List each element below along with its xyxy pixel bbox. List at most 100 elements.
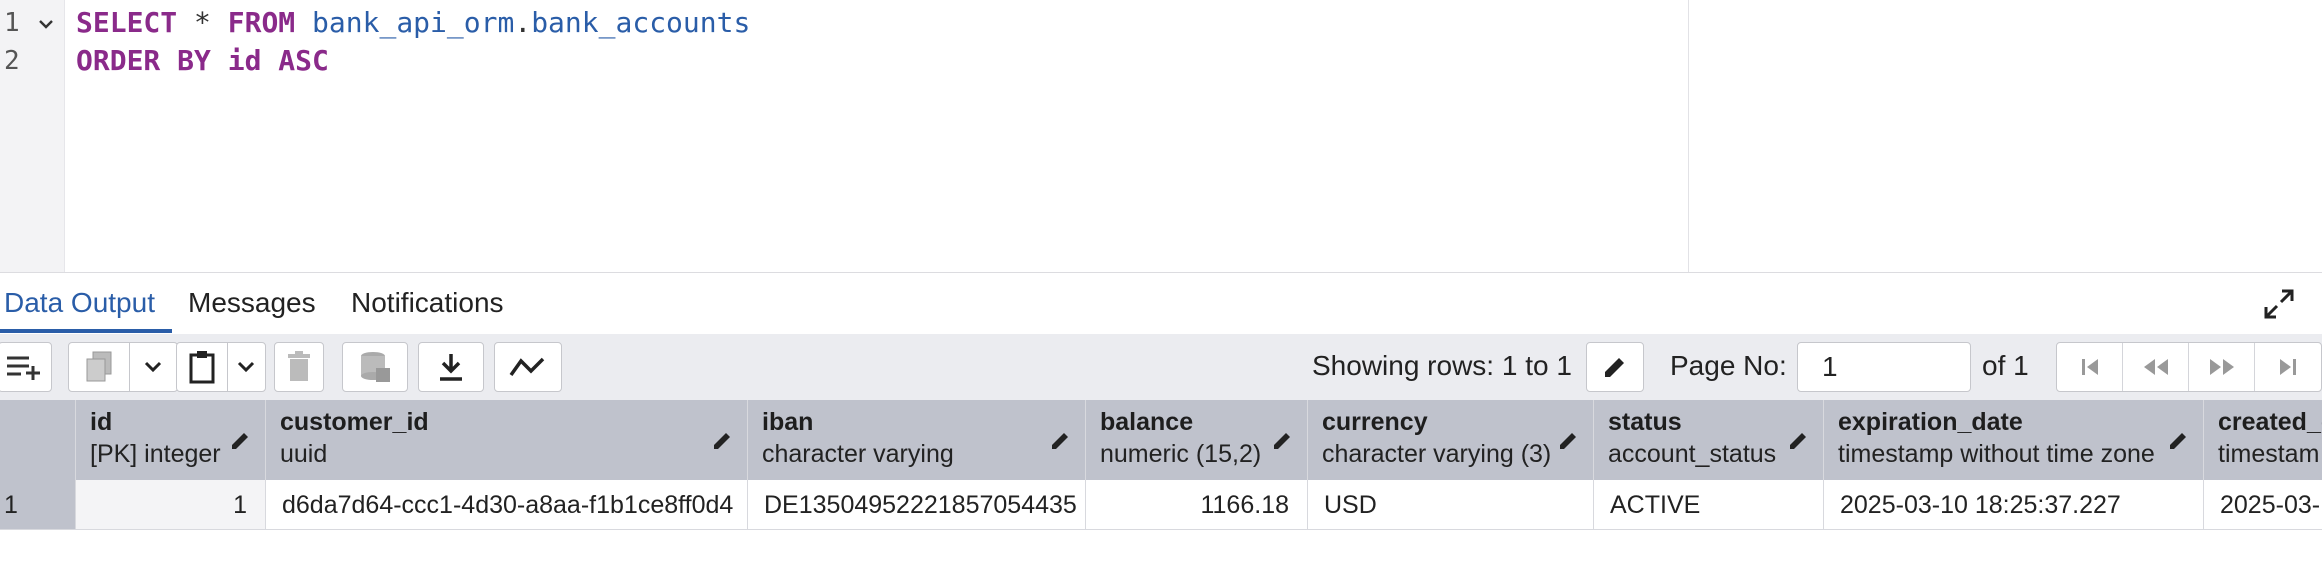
edit-rows-button[interactable] (1586, 342, 1644, 392)
column-name: expiration_date (1838, 408, 2023, 436)
code-line-2[interactable]: ORDER BY id ASC (76, 44, 329, 77)
add-row-button[interactable] (0, 342, 52, 392)
rows-status-text: Showing rows: 1 to 1 (1312, 350, 1572, 381)
pencil-icon[interactable] (1787, 428, 1811, 452)
download-button[interactable] (418, 342, 484, 392)
keyword: SELECT (76, 6, 178, 39)
results-grid: id [PK] integer customer_id uuid iban ch… (0, 400, 2322, 530)
chevron-down-icon (144, 361, 162, 373)
pencil-icon[interactable] (1557, 428, 1581, 452)
column-header-currency[interactable]: currency character varying (3) (1308, 400, 1594, 480)
save-data-icon (361, 352, 390, 382)
line-number-gutter: 1 2 (0, 0, 65, 272)
cell-currency[interactable]: USD (1308, 480, 1594, 530)
graph-icon (509, 357, 545, 377)
results-tab-bar: Data Output Messages Notifications (0, 272, 2322, 336)
code-line-1[interactable]: SELECT * FROM bank_api_orm.bank_accounts (76, 6, 750, 39)
column-header-iban[interactable]: iban character varying (748, 400, 1086, 480)
copy-icon (86, 351, 112, 382)
add-row-icon (7, 356, 40, 380)
pencil-icon[interactable] (229, 428, 253, 452)
pencil-icon[interactable] (2167, 428, 2191, 452)
column-type: numeric (15,2) (1100, 440, 1262, 468)
graph-visualiser-button[interactable] (494, 342, 562, 392)
cell-id[interactable]: 1 (76, 480, 266, 530)
cell-customer-id[interactable]: d6da7d64-ccc1-4d30-a8aa-f1b1ce8ff0d4 (266, 480, 748, 530)
pencil-icon[interactable] (1049, 428, 1073, 452)
column-type: timestamp without time zone (1838, 440, 2155, 468)
previous-page-icon (2143, 359, 2168, 375)
column-header-customer-id[interactable]: customer_id uuid (266, 400, 748, 480)
column-header-id[interactable]: id [PK] integer (76, 400, 266, 480)
pencil-icon[interactable] (1271, 428, 1295, 452)
cell-created-date[interactable]: 2025-03- (2204, 480, 2322, 530)
paste-icon (189, 351, 215, 384)
column-name: status (1608, 408, 1682, 436)
copy-dropdown-button[interactable] (129, 343, 177, 391)
sql-editor[interactable]: 1 2 SELECT * FROM bank_api_orm.bank_acco… (0, 0, 2322, 272)
column-name: customer_id (280, 408, 429, 436)
schema-identifier: bank_api_orm (312, 6, 515, 39)
tab-notifications[interactable]: Notifications (351, 287, 504, 319)
cell-balance[interactable]: 1166.18 (1086, 480, 1308, 530)
keyword: ASC (278, 44, 329, 77)
next-page-icon (2209, 359, 2234, 375)
operator: * (194, 6, 211, 39)
page-no-label: Page No: (1670, 350, 1787, 381)
column-header-status[interactable]: status account_status (1594, 400, 1824, 480)
column-name: iban (762, 408, 814, 436)
column-name: created_d (2218, 408, 2322, 436)
column-type: timestam (2218, 440, 2320, 468)
line-number: 1 (4, 8, 20, 38)
column-header-balance[interactable]: balance numeric (15,2) (1086, 400, 1308, 480)
column-name: balance (1100, 408, 1194, 436)
page-number-input[interactable] (1797, 342, 1971, 392)
save-data-button[interactable] (342, 342, 408, 392)
last-page-icon (2280, 359, 2296, 375)
line-number: 2 (4, 46, 20, 76)
tab-data-output[interactable]: Data Output (4, 287, 155, 319)
column-header-expiration-date[interactable]: expiration_date timestamp without time z… (1824, 400, 2204, 480)
column-type: uuid (280, 440, 328, 468)
download-icon (440, 354, 462, 381)
paste-button[interactable] (177, 343, 228, 391)
column-type: character varying (3) (1322, 440, 1552, 468)
delete-button[interactable] (274, 342, 324, 392)
page-count-text: of 1 (1982, 350, 2029, 381)
active-tab-indicator (0, 329, 172, 333)
cell-status[interactable]: ACTIVE (1594, 480, 1824, 530)
paste-dropdown-button[interactable] (227, 343, 265, 391)
column-type: account_status (1608, 440, 1777, 468)
data-toolbar: Showing rows: 1 to 1 Page No: of 1 (0, 334, 2322, 401)
expand-icon[interactable] (2262, 287, 2296, 321)
pagination-controls (2056, 342, 2322, 392)
pencil-icon[interactable] (711, 428, 735, 452)
dot: . (514, 6, 532, 39)
next-page-button[interactable] (2189, 343, 2255, 391)
pencil-icon (1605, 358, 1624, 377)
delete-icon (288, 351, 310, 381)
cell-expiration-date[interactable]: 2025-03-10 18:25:37.227 (1824, 480, 2204, 530)
keyword: ORDER BY (76, 44, 211, 77)
first-page-icon (2081, 359, 2098, 375)
copy-button-group (68, 342, 178, 392)
editor-split-divider[interactable] (1688, 0, 1689, 272)
column-type: [PK] integer (90, 440, 221, 468)
column-identifier: id (227, 44, 262, 77)
column-name: id (90, 408, 113, 436)
column-type: character varying (762, 440, 954, 468)
keyword: FROM (227, 6, 296, 39)
fold-chevron-icon[interactable] (36, 14, 56, 34)
column-name: currency (1322, 408, 1428, 436)
previous-page-button[interactable] (2123, 343, 2189, 391)
row-number-header[interactable] (0, 400, 76, 480)
table-identifier: bank_accounts (531, 6, 751, 39)
paste-button-group (176, 342, 266, 392)
copy-button[interactable] (69, 343, 130, 391)
cell-iban[interactable]: DE13504952221857054435 (748, 480, 1086, 530)
last-page-button[interactable] (2255, 343, 2321, 391)
tab-messages[interactable]: Messages (188, 287, 316, 319)
first-page-button[interactable] (2057, 343, 2123, 391)
row-number-cell[interactable]: 1 (0, 480, 76, 530)
column-header-created-date[interactable]: created_d timestam (2204, 400, 2322, 480)
